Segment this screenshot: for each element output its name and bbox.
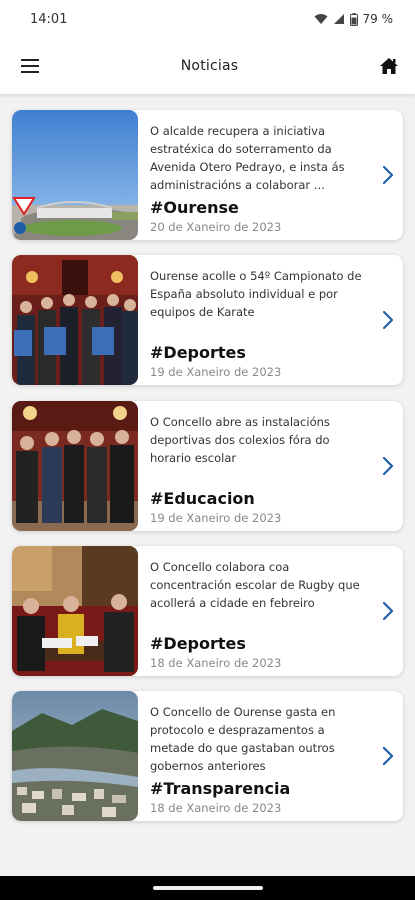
news-thumbnail [12, 400, 138, 531]
news-thumbnail [12, 255, 138, 386]
signal-icon [333, 13, 345, 25]
news-headline: O Concello de Ourense gasta en protocolo… [150, 705, 336, 774]
news-date: 18 de Xaneiro de 2023 [150, 801, 282, 816]
news-headline: O Concello colabora coa concentración es… [150, 559, 360, 610]
news-headline: O alcalde recupera a iniciativa estratéx… [150, 124, 345, 192]
news-tag: #Educacion [150, 488, 255, 508]
news-thumbnail [12, 691, 138, 822]
news-card[interactable]: O Concello colabora coa concentración es… [12, 545, 403, 676]
news-date: 19 de Xaneiro de 2023 [150, 510, 282, 525]
home-icon[interactable] [377, 54, 401, 78]
status-icons: 79 % [314, 12, 394, 26]
news-tag: #Deportes [150, 343, 246, 363]
news-content: O Concello colabora coa concentración es… [138, 546, 373, 676]
news-date: 19 de Xaneiro de 2023 [150, 365, 282, 380]
home-gesture-handle[interactable] [152, 886, 263, 890]
news-tag: #Transparencia [150, 779, 291, 799]
wifi-icon [314, 13, 328, 25]
news-headline: Ourense acolle o 54º Campionato de Españ… [150, 269, 362, 320]
news-tag: #Ourense [150, 198, 239, 217]
news-thumbnail [12, 110, 138, 240]
news-headline: O Concello abre as instalacións deportiv… [150, 414, 330, 465]
news-content: O alcalde recupera a iniciativa estratéx… [138, 110, 373, 240]
status-time: 14:01 [30, 11, 68, 27]
chevron-right-icon[interactable] [373, 691, 403, 821]
news-content: O Concello de Ourense gasta en protocolo… [138, 691, 373, 821]
news-card[interactable]: O Concello abre as instalacións deportiv… [12, 400, 403, 531]
chevron-right-icon[interactable] [373, 110, 403, 240]
system-nav-bar [0, 876, 415, 900]
news-tag: #Deportes [150, 633, 246, 653]
page-title: Noticias [180, 58, 239, 74]
chevron-right-icon[interactable] [373, 255, 403, 385]
news-card[interactable]: O Concello de Ourense gasta en protocolo… [12, 691, 403, 822]
menu-icon[interactable] [18, 54, 42, 78]
news-content: O Concello abre as instalacións deportiv… [138, 401, 373, 531]
battery-level: 79 % [362, 12, 394, 26]
news-card[interactable]: Ourense acolle o 54º Campionato de Españ… [12, 255, 403, 386]
chevron-right-icon[interactable] [373, 546, 403, 676]
battery-icon [349, 12, 358, 26]
news-thumbnail [12, 545, 138, 676]
app-bar: Noticias [0, 38, 415, 94]
news-card[interactable]: O alcalde recupera a iniciativa estratéx… [12, 110, 403, 240]
news-date: 20 de Xaneiro de 2023 [150, 220, 282, 234]
news-date: 18 de Xaneiro de 2023 [150, 655, 282, 670]
news-list: O alcalde recupera a iniciativa estratéx… [0, 94, 415, 876]
chevron-right-icon[interactable] [373, 401, 403, 531]
status-bar: 14:01 79 % [0, 0, 415, 38]
news-content: Ourense acolle o 54º Campionato de Españ… [138, 255, 373, 385]
